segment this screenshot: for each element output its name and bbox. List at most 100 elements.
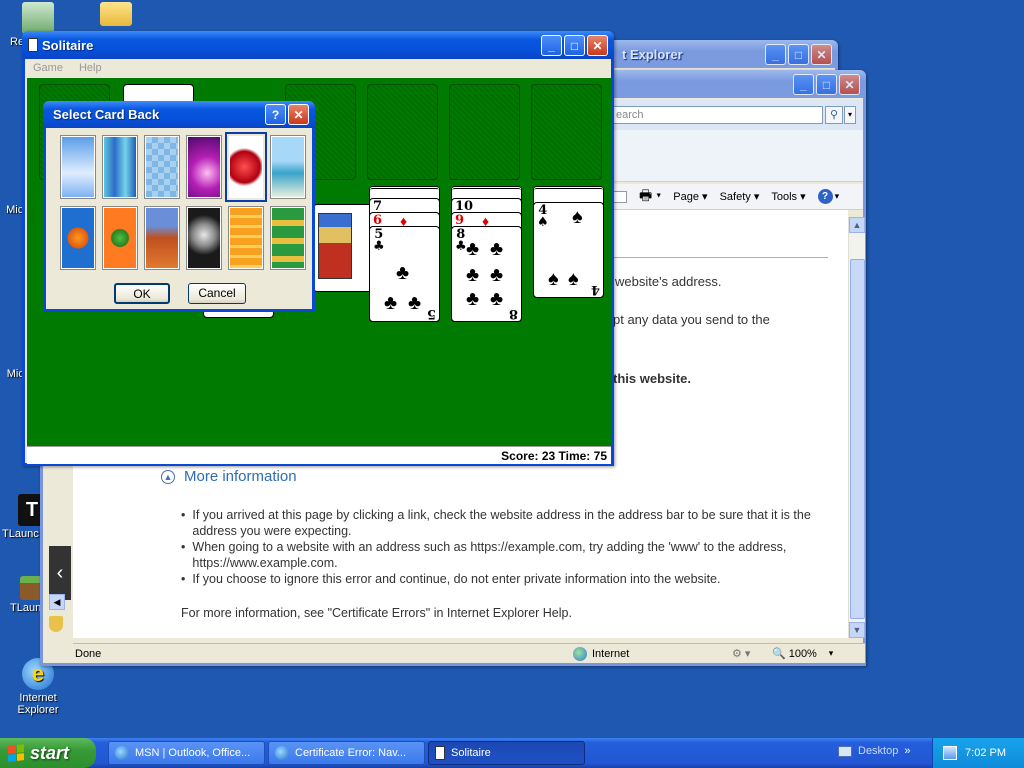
- search-box[interactable]: earch: [613, 106, 823, 124]
- close-button[interactable]: ✕: [288, 104, 309, 125]
- system-tray: 7:02 PM: [932, 738, 1024, 768]
- tableau-card-8[interactable]: 8 ♣ ♣ ♣ ♣ ♣ ♣ ♣ 8: [451, 226, 522, 322]
- card-pip: ♠: [568, 268, 579, 290]
- solitaire-app-icon: [435, 746, 445, 760]
- safety-menu[interactable]: Safety ▾: [720, 190, 760, 203]
- taskbar-item-label: Solitaire: [451, 747, 491, 759]
- tools-menu[interactable]: Tools ▾: [771, 190, 805, 203]
- content-line-2: pt any data you send to the: [613, 312, 770, 327]
- folder-icon: [100, 2, 132, 26]
- scroll-thumb[interactable]: [850, 259, 865, 619]
- card-back-blue-streaks[interactable]: [102, 135, 138, 199]
- card-back-fish[interactable]: [60, 206, 96, 270]
- taskbar-item-msn[interactable]: MSN | Outlook, Office...: [108, 741, 265, 765]
- card-back-blue-squares[interactable]: [144, 135, 180, 199]
- internet-explorer-icon: [115, 746, 129, 760]
- menu-game[interactable]: Game: [33, 62, 63, 74]
- taskbar-item-label: Certificate Error: Nav...: [295, 747, 407, 759]
- card-back-cars[interactable]: [270, 206, 306, 270]
- menu-help[interactable]: Help: [79, 62, 102, 74]
- cancel-button[interactable]: Cancel: [188, 283, 246, 304]
- solitaire-app-icon: [28, 38, 38, 52]
- desktop-label: Desktop: [858, 745, 899, 757]
- close-button[interactable]: ✕: [839, 74, 860, 95]
- protected-mode-icon[interactable]: ⚙ ▾: [732, 647, 762, 660]
- toolbar-chevron-icon[interactable]: »: [904, 745, 910, 757]
- recycle-bin-icon: [22, 2, 54, 34]
- minimize-button[interactable]: _: [765, 44, 786, 65]
- card-back-frog[interactable]: [102, 206, 138, 270]
- card-back-grid: [60, 132, 306, 270]
- vertical-scrollbar[interactable]: ▲ ▼: [848, 217, 865, 638]
- page-menu[interactable]: Page ▾: [673, 190, 707, 203]
- back-arrow-icon[interactable]: ‹: [49, 546, 71, 600]
- card-rank-bottom: 5: [426, 306, 436, 321]
- more-info-toggle[interactable]: ▲ More information: [161, 468, 297, 485]
- card-back-red-apple[interactable]: [225, 132, 267, 202]
- card-pip: ♣: [408, 292, 422, 314]
- command-bar: 🖶 ▾ Page ▾ Safety ▾ Tools ▾ ? ▾: [613, 184, 863, 210]
- foundation-2[interactable]: [367, 84, 438, 180]
- feeds-icon[interactable]: [613, 190, 627, 203]
- desktop-icon: [838, 745, 852, 757]
- list-item: • When going to a website with an address…: [181, 540, 787, 570]
- card-pip: ♣: [490, 264, 504, 286]
- clock[interactable]: 7:02 PM: [965, 747, 1006, 759]
- score-bar: Score: 23 Time: 75: [27, 446, 611, 464]
- card-pip: ♣: [466, 238, 480, 260]
- help-icon[interactable]: ?: [817, 189, 833, 204]
- maximize-button[interactable]: □: [816, 74, 837, 95]
- card-rank: 4 ♠: [537, 203, 549, 230]
- desktop-toolbar[interactable]: Desktop »: [838, 745, 910, 757]
- globe-icon: [573, 646, 587, 661]
- taskbar-item-certificate-error[interactable]: Certificate Error: Nav...: [268, 741, 425, 765]
- close-button[interactable]: ✕: [811, 44, 832, 65]
- card-pip: ♣: [490, 238, 504, 260]
- tableau-card-5[interactable]: 5 ♣ ♣ ♣ ♣ 5: [369, 226, 440, 322]
- card-back-clouds[interactable]: [60, 135, 96, 199]
- card-back-dialog[interactable]: Select Card Back ? ✕ OK Cancel: [43, 101, 315, 312]
- divider: [613, 257, 828, 258]
- close-button[interactable]: ✕: [587, 35, 608, 56]
- tableau-card-4[interactable]: 4 ♠ ♠ ♠ ♠ 4: [533, 202, 604, 298]
- desktop-icon-folder[interactable]: [84, 2, 148, 28]
- solitaire-titlebar[interactable]: Solitaire _ □ ✕: [22, 31, 614, 59]
- network-icon[interactable]: [943, 746, 958, 760]
- ie-window-left-strip: ‹ ◀: [40, 466, 71, 636]
- ie-back-titlebar[interactable]: t Explorer _ □ ✕: [600, 40, 838, 68]
- taskbar-item-solitaire[interactable]: Solitaire: [428, 741, 585, 765]
- card-back-beach[interactable]: [270, 135, 306, 199]
- maximize-button[interactable]: □: [788, 44, 809, 65]
- taskbar-item-label: MSN | Outlook, Office...: [135, 747, 251, 759]
- minimize-button[interactable]: _: [541, 35, 562, 56]
- card-back-desert[interactable]: [144, 206, 180, 270]
- ok-button[interactable]: OK: [114, 283, 170, 304]
- zoom-level[interactable]: 100%: [789, 648, 829, 660]
- card-back-purple-lights[interactable]: [186, 135, 222, 199]
- content-line-1: website's address.: [615, 274, 722, 289]
- internet-explorer-icon: [275, 746, 289, 760]
- scroll-down-arrow[interactable]: ▼: [849, 622, 865, 638]
- search-icon[interactable]: ⚲: [825, 106, 843, 124]
- card-pip: ♠: [548, 268, 559, 290]
- zoom-icon: 🔍: [772, 648, 786, 660]
- card-back-astronaut[interactable]: [186, 206, 222, 270]
- foundation-3[interactable]: [449, 84, 520, 180]
- start-button[interactable]: start: [0, 738, 96, 768]
- help-button[interactable]: ?: [265, 104, 286, 125]
- desktop-icon-internet-explorer[interactable]: e Internet Explorer: [6, 658, 70, 716]
- list-item: • If you choose to ignore this error and …: [181, 572, 721, 586]
- print-icon[interactable]: 🖶 ▾: [639, 185, 661, 209]
- search-options-icon[interactable]: ▾: [844, 106, 856, 124]
- zoom-menu-arrow[interactable]: ▾: [829, 648, 834, 659]
- card-rank: 5 ♣: [373, 227, 385, 254]
- foundation-4[interactable]: [531, 84, 602, 180]
- list-item: • If you arrived at this page by clicking…: [181, 508, 811, 538]
- status-text: Done: [75, 647, 102, 660]
- minimize-button[interactable]: _: [793, 74, 814, 95]
- dialog-titlebar[interactable]: Select Card Back ? ✕: [43, 101, 315, 128]
- scroll-up-arrow[interactable]: ▲: [849, 217, 865, 233]
- card-back-orange-stripes[interactable]: [228, 206, 264, 270]
- scroll-left-arrow[interactable]: ◀: [49, 594, 65, 610]
- maximize-button[interactable]: □: [564, 35, 585, 56]
